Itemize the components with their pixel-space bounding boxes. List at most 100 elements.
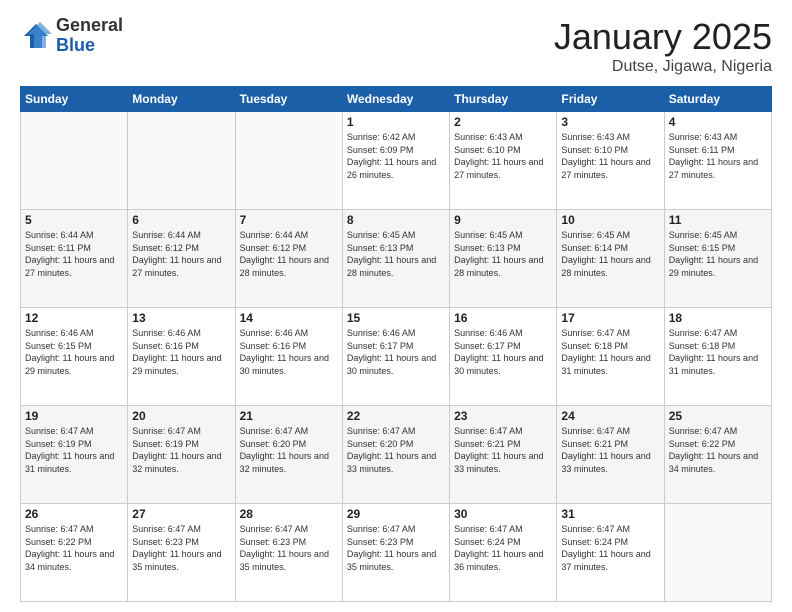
table-row: 4 Sunrise: 6:43 AM Sunset: 6:11 PM Daylig… bbox=[664, 112, 771, 210]
calendar-week-row-1: 5 Sunrise: 6:44 AM Sunset: 6:11 PM Daylig… bbox=[21, 210, 772, 308]
day-info: Sunrise: 6:46 AM Sunset: 6:15 PM Dayligh… bbox=[25, 327, 123, 377]
day-number: 21 bbox=[240, 409, 338, 423]
table-row: 3 Sunrise: 6:43 AM Sunset: 6:10 PM Daylig… bbox=[557, 112, 664, 210]
day-number: 31 bbox=[561, 507, 659, 521]
day-number: 23 bbox=[454, 409, 552, 423]
day-number: 2 bbox=[454, 115, 552, 129]
table-row: 5 Sunrise: 6:44 AM Sunset: 6:11 PM Daylig… bbox=[21, 210, 128, 308]
day-number: 28 bbox=[240, 507, 338, 521]
day-info: Sunrise: 6:47 AM Sunset: 6:21 PM Dayligh… bbox=[454, 425, 552, 475]
table-row: 19Sunrise: 6:47 AM Sunset: 6:19 PM Dayli… bbox=[21, 406, 128, 504]
table-row: 7 Sunrise: 6:44 AM Sunset: 6:12 PM Daylig… bbox=[235, 210, 342, 308]
header-saturday: Saturday bbox=[664, 87, 771, 112]
table-row: 9Sunrise: 6:45 AM Sunset: 6:13 PM Daylig… bbox=[450, 210, 557, 308]
day-info: Sunrise: 6:43 AM Sunset: 6:10 PM Dayligh… bbox=[561, 131, 659, 181]
header-friday: Friday bbox=[557, 87, 664, 112]
day-info: Sunrise: 6:47 AM Sunset: 6:23 PM Dayligh… bbox=[240, 523, 338, 573]
day-number: 10 bbox=[561, 213, 659, 227]
day-number: 17 bbox=[561, 311, 659, 325]
table-row bbox=[664, 504, 771, 602]
day-number: 16 bbox=[454, 311, 552, 325]
day-info: Sunrise: 6:47 AM Sunset: 6:22 PM Dayligh… bbox=[25, 523, 123, 573]
day-number: 30 bbox=[454, 507, 552, 521]
table-row: 17 Sunrise: 6:47 AM Sunset: 6:18 PM Dayli… bbox=[557, 308, 664, 406]
logo-general-text: General bbox=[56, 16, 123, 36]
day-info: Sunrise: 6:47 AM Sunset: 6:18 PM Dayligh… bbox=[561, 327, 659, 377]
table-row: 29 Sunrise: 6:47 AM Sunset: 6:23 PM Dayli… bbox=[342, 504, 449, 602]
logo-text: General Blue bbox=[56, 16, 123, 56]
page: General Blue January 2025 Dutse, Jigawa,… bbox=[0, 0, 792, 612]
day-number: 20 bbox=[132, 409, 230, 423]
day-number: 7 bbox=[240, 213, 338, 227]
day-info: Sunrise: 6:43 AM Sunset: 6:11 PM Dayligh… bbox=[669, 131, 767, 181]
day-number: 14 bbox=[240, 311, 338, 325]
table-row bbox=[235, 112, 342, 210]
day-number: 4 bbox=[669, 115, 767, 129]
calendar-title: January 2025 bbox=[554, 16, 772, 58]
table-row bbox=[128, 112, 235, 210]
calendar-header-row: Sunday Monday Tuesday Wednesday Thursday… bbox=[21, 87, 772, 112]
day-number: 18 bbox=[669, 311, 767, 325]
day-info: Sunrise: 6:47 AM Sunset: 6:19 PM Dayligh… bbox=[25, 425, 123, 475]
header-sunday: Sunday bbox=[21, 87, 128, 112]
day-info: Sunrise: 6:47 AM Sunset: 6:20 PM Dayligh… bbox=[347, 425, 445, 475]
day-number: 15 bbox=[347, 311, 445, 325]
day-number: 22 bbox=[347, 409, 445, 423]
table-row: 13 Sunrise: 6:46 AM Sunset: 6:16 PM Dayli… bbox=[128, 308, 235, 406]
table-row: 16 Sunrise: 6:46 AM Sunset: 6:17 PM Dayli… bbox=[450, 308, 557, 406]
day-number: 24 bbox=[561, 409, 659, 423]
day-info: Sunrise: 6:47 AM Sunset: 6:23 PM Dayligh… bbox=[132, 523, 230, 573]
header: General Blue January 2025 Dutse, Jigawa,… bbox=[20, 16, 772, 76]
header-monday: Monday bbox=[128, 87, 235, 112]
day-info: Sunrise: 6:47 AM Sunset: 6:23 PM Dayligh… bbox=[347, 523, 445, 573]
table-row: 20 Sunrise: 6:47 AM Sunset: 6:19 PM Dayli… bbox=[128, 406, 235, 504]
table-row: 6 Sunrise: 6:44 AM Sunset: 6:12 PM Daylig… bbox=[128, 210, 235, 308]
table-row: 14 Sunrise: 6:46 AM Sunset: 6:16 PM Dayli… bbox=[235, 308, 342, 406]
day-number: 27 bbox=[132, 507, 230, 521]
table-row: 22 Sunrise: 6:47 AM Sunset: 6:20 PM Dayli… bbox=[342, 406, 449, 504]
table-row: 2 Sunrise: 6:43 AM Sunset: 6:10 PM Daylig… bbox=[450, 112, 557, 210]
day-info: Sunrise: 6:44 AM Sunset: 6:12 PM Dayligh… bbox=[240, 229, 338, 279]
table-row: 27 Sunrise: 6:47 AM Sunset: 6:23 PM Dayli… bbox=[128, 504, 235, 602]
calendar-week-row-4: 26 Sunrise: 6:47 AM Sunset: 6:22 PM Dayli… bbox=[21, 504, 772, 602]
day-info: Sunrise: 6:45 AM Sunset: 6:13 PM Dayligh… bbox=[454, 229, 552, 279]
table-row: 15 Sunrise: 6:46 AM Sunset: 6:17 PM Dayli… bbox=[342, 308, 449, 406]
day-number: 3 bbox=[561, 115, 659, 129]
day-number: 8 bbox=[347, 213, 445, 227]
table-row: 18Sunrise: 6:47 AM Sunset: 6:18 PM Dayli… bbox=[664, 308, 771, 406]
day-info: Sunrise: 6:42 AM Sunset: 6:09 PM Dayligh… bbox=[347, 131, 445, 181]
day-number: 5 bbox=[25, 213, 123, 227]
day-info: Sunrise: 6:47 AM Sunset: 6:20 PM Dayligh… bbox=[240, 425, 338, 475]
header-wednesday: Wednesday bbox=[342, 87, 449, 112]
day-info: Sunrise: 6:46 AM Sunset: 6:17 PM Dayligh… bbox=[454, 327, 552, 377]
header-thursday: Thursday bbox=[450, 87, 557, 112]
day-info: Sunrise: 6:45 AM Sunset: 6:15 PM Dayligh… bbox=[669, 229, 767, 279]
table-row: 11Sunrise: 6:45 AM Sunset: 6:15 PM Dayli… bbox=[664, 210, 771, 308]
day-info: Sunrise: 6:46 AM Sunset: 6:16 PM Dayligh… bbox=[240, 327, 338, 377]
day-number: 13 bbox=[132, 311, 230, 325]
day-number: 25 bbox=[669, 409, 767, 423]
table-row: 21 Sunrise: 6:47 AM Sunset: 6:20 PM Dayli… bbox=[235, 406, 342, 504]
calendar-week-row-2: 12 Sunrise: 6:46 AM Sunset: 6:15 PM Dayli… bbox=[21, 308, 772, 406]
day-info: Sunrise: 6:44 AM Sunset: 6:12 PM Dayligh… bbox=[132, 229, 230, 279]
day-info: Sunrise: 6:45 AM Sunset: 6:13 PM Dayligh… bbox=[347, 229, 445, 279]
day-info: Sunrise: 6:43 AM Sunset: 6:10 PM Dayligh… bbox=[454, 131, 552, 181]
day-number: 1 bbox=[347, 115, 445, 129]
day-number: 12 bbox=[25, 311, 123, 325]
day-info: Sunrise: 6:44 AM Sunset: 6:11 PM Dayligh… bbox=[25, 229, 123, 279]
logo-blue-text: Blue bbox=[56, 36, 123, 56]
day-number: 6 bbox=[132, 213, 230, 227]
calendar-table: Sunday Monday Tuesday Wednesday Thursday… bbox=[20, 86, 772, 602]
day-number: 29 bbox=[347, 507, 445, 521]
table-row: 10Sunrise: 6:45 AM Sunset: 6:14 PM Dayli… bbox=[557, 210, 664, 308]
header-tuesday: Tuesday bbox=[235, 87, 342, 112]
day-number: 26 bbox=[25, 507, 123, 521]
table-row: 30Sunrise: 6:47 AM Sunset: 6:24 PM Dayli… bbox=[450, 504, 557, 602]
table-row: 26 Sunrise: 6:47 AM Sunset: 6:22 PM Dayli… bbox=[21, 504, 128, 602]
day-info: Sunrise: 6:46 AM Sunset: 6:16 PM Dayligh… bbox=[132, 327, 230, 377]
day-info: Sunrise: 6:47 AM Sunset: 6:19 PM Dayligh… bbox=[132, 425, 230, 475]
table-row bbox=[21, 112, 128, 210]
table-row: 1 Sunrise: 6:42 AM Sunset: 6:09 PM Daylig… bbox=[342, 112, 449, 210]
day-info: Sunrise: 6:46 AM Sunset: 6:17 PM Dayligh… bbox=[347, 327, 445, 377]
calendar-week-row-0: 1 Sunrise: 6:42 AM Sunset: 6:09 PM Daylig… bbox=[21, 112, 772, 210]
